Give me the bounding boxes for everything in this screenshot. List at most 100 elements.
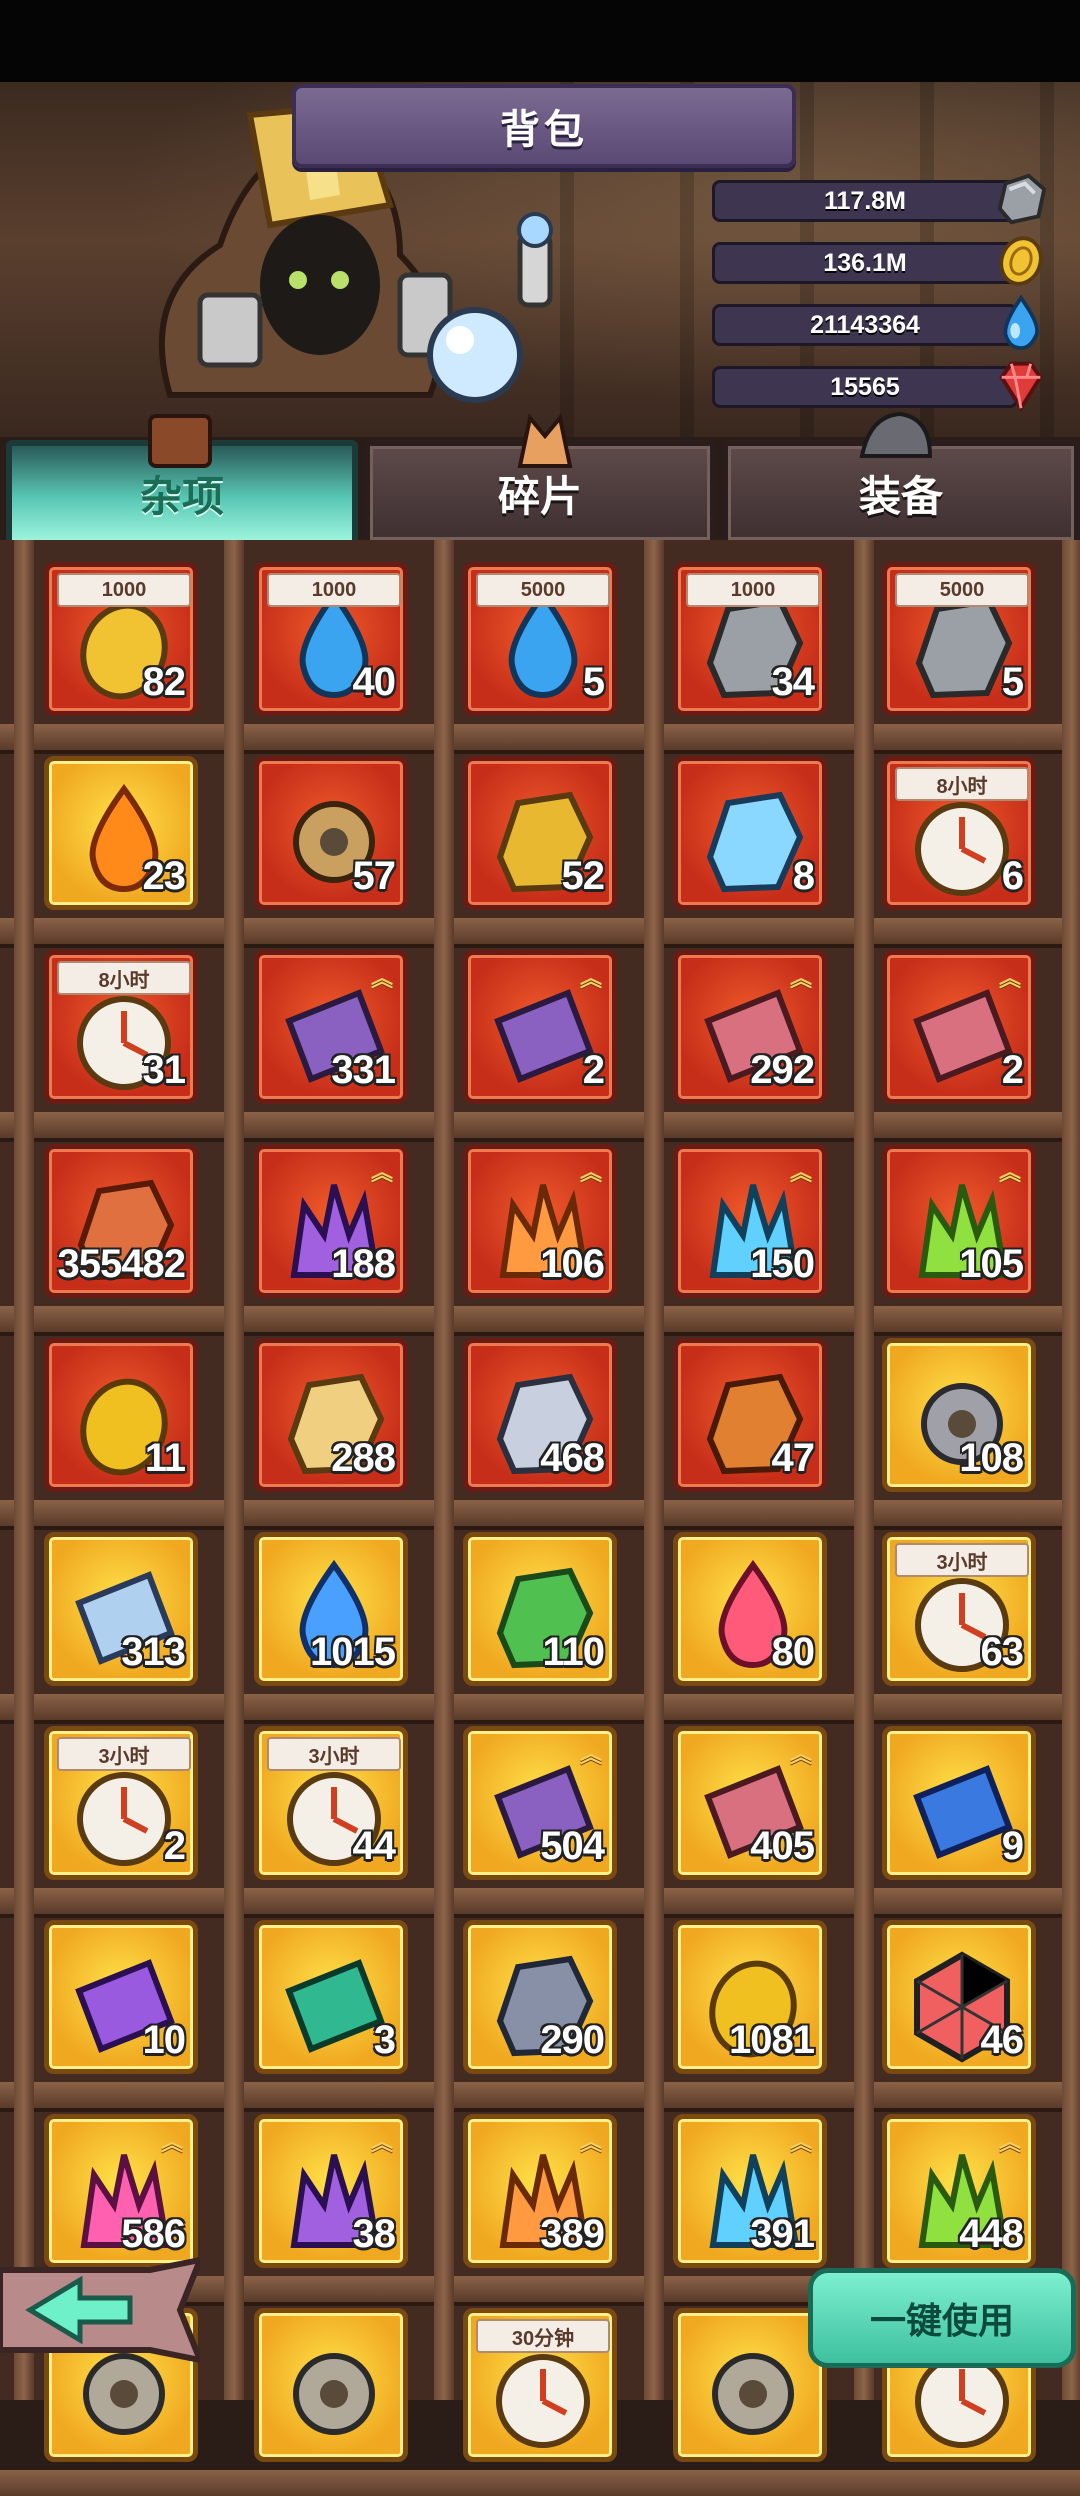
item-count: 504 <box>540 1824 605 1868</box>
inventory-item[interactable]: 3小时 44 <box>254 1726 408 1880</box>
inventory-item[interactable]: ︽ 504 <box>463 1726 617 1880</box>
inventory-item[interactable]: ︽ 292 <box>673 950 827 1104</box>
item-count: 9 <box>1001 1824 1024 1868</box>
inventory-item[interactable]: 52 <box>463 756 617 910</box>
inventory-item[interactable]: 3 <box>254 1920 408 2074</box>
upgrade-chevron-icon: ︽ <box>579 2130 602 2155</box>
inventory-item[interactable]: 355482 <box>44 1144 198 1298</box>
inventory-item[interactable]: 5000 5 <box>882 562 1036 716</box>
item-count: 80 <box>771 1630 815 1674</box>
shelf-board <box>0 2470 1080 2496</box>
inventory-item[interactable]: 80 <box>673 1532 827 1686</box>
inventory-grid: 1000 82 1000 40 5000 5 1000 34 5000 5 23 57 52 8 8小时 6 8… <box>0 540 1080 2496</box>
item-count: 105 <box>959 1242 1024 1286</box>
use-all-label: 一键使用 <box>869 2300 1014 2341</box>
inventory-item[interactable]: 3小时 63 <box>882 1532 1036 1686</box>
item-count: 57 <box>352 854 396 898</box>
ruby-gem-icon <box>999 361 1043 412</box>
item-count: 5 <box>1001 660 1024 704</box>
shelf-post <box>434 540 454 2400</box>
item-count: 2 <box>582 1048 605 1092</box>
inventory-item[interactable]: ︽ 391 <box>673 2114 827 2268</box>
inventory-item[interactable]: 1081 <box>673 1920 827 2074</box>
inventory-item[interactable]: 5000 5 <box>463 562 617 716</box>
inventory-item[interactable]: ︽ 331 <box>254 950 408 1104</box>
inventory-item[interactable]: 8小时 31 <box>44 950 198 1104</box>
page-title: 背包 <box>292 84 796 168</box>
back-button[interactable] <box>0 2250 200 2370</box>
inventory-item[interactable]: ︽ 2 <box>463 950 617 1104</box>
inventory-item[interactable]: 1015 <box>254 1532 408 1686</box>
upgrade-chevron-icon: ︽ <box>998 2130 1021 2155</box>
use-all-button[interactable]: 一键使用 <box>808 2268 1076 2368</box>
item-tag: 5000 <box>476 573 610 607</box>
shelf-post <box>14 540 34 2400</box>
inventory-item[interactable] <box>673 2308 827 2462</box>
inventory-item[interactable]: 46 <box>882 1920 1036 2074</box>
inventory-item[interactable]: 468 <box>463 1338 617 1492</box>
item-count: 47 <box>771 1436 815 1480</box>
upgrade-chevron-icon: ︽ <box>789 1160 812 1185</box>
inventory-item[interactable]: 47 <box>673 1338 827 1492</box>
item-count: 34 <box>771 660 815 704</box>
resource-water: 21143364 <box>712 294 1042 351</box>
item-count: 31 <box>142 1048 186 1092</box>
status-bar <box>0 0 1080 82</box>
water-drop-icon <box>1003 294 1040 351</box>
inventory-item[interactable]: ︽ 586 <box>44 2114 198 2268</box>
shelf-post <box>224 540 244 2400</box>
coin-icon <box>999 236 1043 286</box>
inventory-item[interactable] <box>254 2308 408 2462</box>
inventory-item[interactable]: ︽ 405 <box>673 1726 827 1880</box>
shelf-post <box>644 540 664 2400</box>
inventory-item[interactable]: 1000 34 <box>673 562 827 716</box>
inventory-item[interactable]: 1000 82 <box>44 562 198 716</box>
inventory-item[interactable]: ︽ 2 <box>882 950 1036 1104</box>
resource-stone: 117.8M <box>712 173 1047 225</box>
item-count: 110 <box>542 1630 605 1674</box>
inventory-item[interactable]: 313 <box>44 1532 198 1686</box>
inventory-item[interactable]: 11 <box>44 1338 198 1492</box>
upgrade-chevron-icon: ︽ <box>370 966 393 991</box>
inventory-item[interactable]: ︽ 105 <box>882 1144 1036 1298</box>
inventory-item[interactable]: 23 <box>44 756 198 910</box>
inventory-item[interactable]: 30分钟 <box>463 2308 617 2462</box>
resource-gem-value: 15565 <box>712 366 1018 408</box>
item-tag: 8小时 <box>895 767 1029 801</box>
inventory-item[interactable]: ︽ 38 <box>254 2114 408 2268</box>
inventory-item[interactable]: 110 <box>463 1532 617 1686</box>
item-count: 468 <box>540 1436 605 1480</box>
item-count: 3 <box>373 2018 396 2062</box>
item-count: 5 <box>582 660 605 704</box>
inventory-item[interactable]: 290 <box>463 1920 617 2074</box>
inventory-item[interactable]: ︽ 188 <box>254 1144 408 1298</box>
item-count: 1081 <box>729 2018 815 2062</box>
helmet-deco-icon <box>859 411 933 458</box>
shelf-board <box>0 1500 1080 1526</box>
item-count: 6 <box>1001 854 1024 898</box>
shelf-board <box>0 724 1080 750</box>
item-count: 150 <box>750 1242 815 1286</box>
shelf-post <box>854 540 874 2400</box>
inventory-item[interactable]: 288 <box>254 1338 408 1492</box>
inventory-item[interactable]: 3小时 2 <box>44 1726 198 1880</box>
stone-icon <box>997 173 1047 225</box>
inventory-item[interactable]: 8小时 6 <box>882 756 1036 910</box>
inventory-item[interactable]: ︽ 150 <box>673 1144 827 1298</box>
inventory-item[interactable]: ︽ 389 <box>463 2114 617 2268</box>
inventory-item[interactable]: 108 <box>882 1338 1036 1492</box>
item-count: 405 <box>750 1824 815 1868</box>
upgrade-chevron-icon: ︽ <box>998 1160 1021 1185</box>
upgrade-chevron-icon: ︽ <box>579 966 602 991</box>
inventory-item[interactable]: 9 <box>882 1726 1036 1880</box>
inventory-item[interactable]: ︽ 448 <box>882 2114 1036 2268</box>
inventory-item[interactable]: 57 <box>254 756 408 910</box>
inventory-item[interactable]: ︽ 106 <box>463 1144 617 1298</box>
upgrade-chevron-icon: ︽ <box>789 1742 812 1767</box>
inventory-item[interactable]: 8 <box>673 756 827 910</box>
shelf-board <box>0 1306 1080 1332</box>
inventory-item[interactable]: 1000 40 <box>254 562 408 716</box>
inventory-item[interactable]: 10 <box>44 1920 198 2074</box>
item-count: 108 <box>959 1436 1024 1480</box>
item-count: 8 <box>792 854 815 898</box>
